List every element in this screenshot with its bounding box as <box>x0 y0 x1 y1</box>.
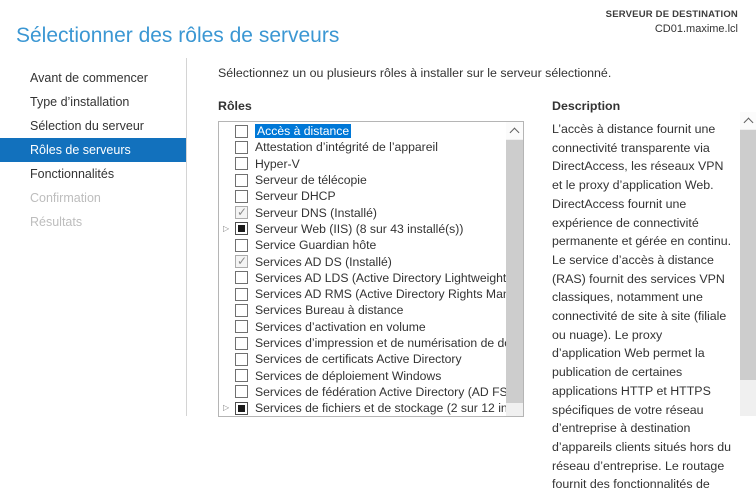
role-row[interactable]: Services de déploiement Windows <box>219 367 506 383</box>
role-checkbox[interactable] <box>235 190 248 203</box>
role-row[interactable]: Hyper-V <box>219 156 506 172</box>
sidebar-item-confirmation: Confirmation <box>0 186 186 210</box>
role-checkbox[interactable] <box>235 206 248 219</box>
sidebar-item-server-roles[interactable]: Rôles de serveurs <box>0 138 186 162</box>
role-label: Services d’activation en volume <box>255 320 506 334</box>
sidebar-item-server-selection[interactable]: Sélection du serveur <box>0 114 186 138</box>
wizard-main-panel: Sélectionnez un ou plusieurs rôles à ins… <box>188 58 756 416</box>
scroll-up-icon[interactable] <box>506 122 523 139</box>
role-row[interactable]: Serveur Web (IIS) (8 sur 43 installé(s)) <box>219 221 506 237</box>
role-label: Serveur de télécopie <box>255 173 506 187</box>
role-label: Accès à distance <box>255 124 506 138</box>
role-row[interactable]: Serveur de télécopie <box>219 172 506 188</box>
role-label: Hyper-V <box>255 157 506 171</box>
role-row[interactable]: Services de fichiers et de stockage (2 s… <box>219 400 506 416</box>
role-row[interactable]: Serveur DHCP <box>219 188 506 204</box>
instruction-text: Sélectionnez un ou plusieurs rôles à ins… <box>218 66 611 80</box>
destination-server-label: SERVEUR DE DESTINATION <box>606 8 738 22</box>
sidebar-item-results: Résultats <box>0 210 186 234</box>
role-checkbox[interactable] <box>235 239 248 252</box>
wizard-steps-sidebar: Avant de commencerType d’installationSél… <box>0 58 187 416</box>
role-row[interactable]: Services d’impression et de numérisation… <box>219 335 506 351</box>
role-label: Services AD DS (Installé) <box>255 255 506 269</box>
role-label: Services de déploiement Windows <box>255 369 506 383</box>
role-label: Services AD RMS (Active Directory Rights… <box>255 287 506 301</box>
description-scrollbar-thumb[interactable] <box>740 130 756 380</box>
description-scrollbar[interactable] <box>740 112 756 416</box>
role-checkbox[interactable] <box>235 385 248 398</box>
role-checkbox[interactable] <box>235 157 248 170</box>
role-label: Services de certificats Active Directory <box>255 352 506 366</box>
roles-listbox[interactable]: Accès à distance Attestation d’intégrité … <box>218 121 524 417</box>
role-label: Services d’impression et de numérisation… <box>255 336 506 350</box>
description-text: L’accès à distance fournit une connectiv… <box>552 120 733 494</box>
roles-scrollbar-thumb[interactable] <box>506 140 523 403</box>
roles-heading: Rôles <box>218 99 252 113</box>
role-checkbox[interactable] <box>235 271 248 284</box>
role-checkbox[interactable] <box>235 369 248 382</box>
role-label: Services AD LDS (Active Directory Lightw… <box>255 271 506 285</box>
role-checkbox[interactable] <box>235 174 248 187</box>
sidebar-item-before-you-begin[interactable]: Avant de commencer <box>0 66 186 90</box>
role-row[interactable]: Services de fédération Active Directory … <box>219 384 506 400</box>
page-title: Sélectionner des rôles de serveurs <box>16 24 339 48</box>
sidebar-item-installation-type[interactable]: Type d’installation <box>0 90 186 114</box>
roles-rows: Accès à distance Attestation d’intégrité … <box>219 123 506 416</box>
role-label: Service Guardian hôte <box>255 238 506 252</box>
role-label: Attestation d’intégrité de l’appareil <box>255 140 506 154</box>
role-checkbox[interactable] <box>235 288 248 301</box>
role-row[interactable]: Services Bureau à distance <box>219 302 506 318</box>
role-label: Serveur Web (IIS) (8 sur 43 installé(s)) <box>255 222 506 236</box>
role-checkbox[interactable] <box>235 141 248 154</box>
role-row[interactable]: Accès à distance <box>219 123 506 139</box>
expand-arrow-icon[interactable] <box>223 225 235 233</box>
scroll-up-icon[interactable] <box>740 112 756 129</box>
role-row[interactable]: Service Guardian hôte <box>219 237 506 253</box>
role-checkbox[interactable] <box>235 337 248 350</box>
role-checkbox[interactable] <box>235 222 248 235</box>
role-row[interactable]: Services d’activation en volume <box>219 319 506 335</box>
role-label: Services de fédération Active Directory … <box>255 385 506 399</box>
role-row[interactable]: Services AD RMS (Active Directory Rights… <box>219 286 506 302</box>
expand-arrow-icon[interactable] <box>223 404 235 412</box>
sidebar-item-features[interactable]: Fonctionnalités <box>0 162 186 186</box>
role-label: Services Bureau à distance <box>255 303 506 317</box>
role-row[interactable]: Attestation d’intégrité de l’appareil <box>219 139 506 155</box>
role-row[interactable]: Services AD DS (Installé) <box>219 253 506 269</box>
roles-list-scrollbar[interactable] <box>506 122 523 416</box>
role-checkbox[interactable] <box>235 255 248 268</box>
role-row[interactable]: Services AD LDS (Active Directory Lightw… <box>219 270 506 286</box>
role-label: Serveur DHCP <box>255 189 506 203</box>
role-checkbox[interactable] <box>235 402 248 415</box>
role-checkbox[interactable] <box>235 353 248 366</box>
role-label: Serveur DNS (Installé) <box>255 206 506 220</box>
role-row[interactable]: Serveur DNS (Installé) <box>219 204 506 220</box>
selected-role-label: Accès à distance <box>255 124 351 138</box>
destination-server-name: CD01.maxime.lcl <box>606 22 738 36</box>
role-checkbox[interactable] <box>235 320 248 333</box>
role-label: Services de fichiers et de stockage (2 s… <box>255 401 506 415</box>
role-checkbox[interactable] <box>235 304 248 317</box>
role-checkbox[interactable] <box>235 125 248 138</box>
role-row[interactable]: Services de certificats Active Directory <box>219 351 506 367</box>
description-heading: Description <box>552 99 620 113</box>
destination-server-info: SERVEUR DE DESTINATION CD01.maxime.lcl <box>606 8 738 36</box>
